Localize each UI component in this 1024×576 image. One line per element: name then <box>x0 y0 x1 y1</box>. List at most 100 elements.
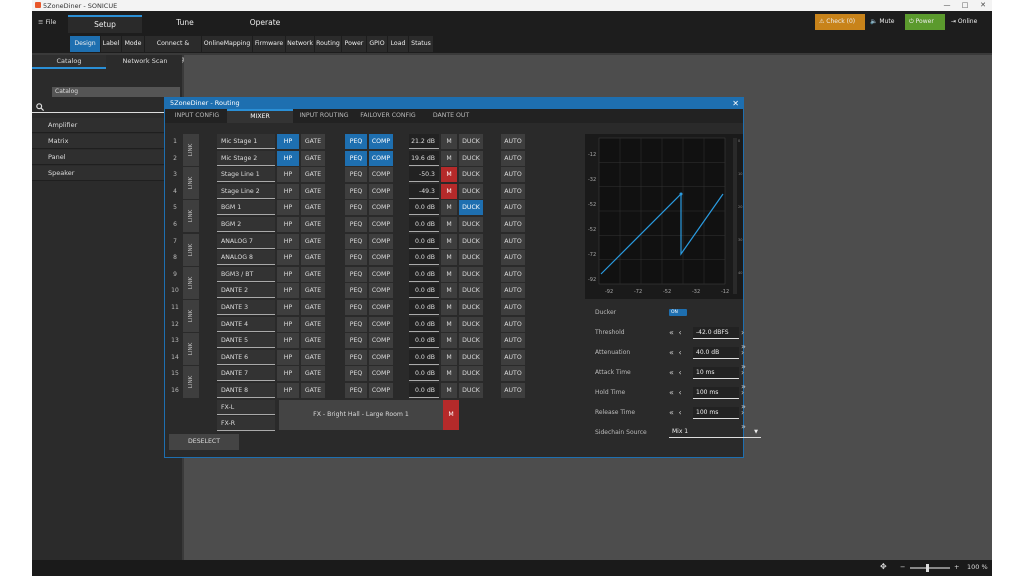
link-button[interactable]: LINK <box>183 167 199 200</box>
auto-button[interactable]: AUTO <box>501 150 525 166</box>
fx-mute-button[interactable]: M <box>443 400 459 430</box>
channel-name[interactable]: Stage Line 2 <box>217 183 275 199</box>
channel-level[interactable]: 0.0 dB <box>409 316 439 332</box>
decrement-arrows-icon[interactable]: « ‹ <box>669 386 683 400</box>
auto-button[interactable]: AUTO <box>501 183 525 199</box>
channel-name[interactable]: Mic Stage 2 <box>217 150 275 166</box>
auto-button[interactable]: AUTO <box>501 383 525 398</box>
mute-button[interactable]: M <box>441 183 457 199</box>
gate-button[interactable]: GATE <box>301 250 325 266</box>
hp-button[interactable]: HP <box>277 183 299 199</box>
duck-button[interactable]: DUCK <box>459 383 483 398</box>
comp-button[interactable]: COMP <box>369 250 393 266</box>
mute-button[interactable]: M <box>441 300 457 315</box>
channel-name[interactable]: ANALOG 7 <box>217 233 275 249</box>
subtab-routing[interactable]: Routing <box>315 36 341 52</box>
comp-button[interactable]: COMP <box>369 217 393 232</box>
hp-button[interactable]: HP <box>277 349 299 365</box>
gate-button[interactable]: GATE <box>301 167 325 183</box>
peq-button[interactable]: PEQ <box>345 383 367 398</box>
subtab-label[interactable]: Label <box>101 36 121 52</box>
duck-button[interactable]: DUCK <box>459 233 483 249</box>
duck-button[interactable]: DUCK <box>459 217 483 232</box>
link-button[interactable]: LINK <box>183 366 199 399</box>
online-button[interactable]: ⇥ Online <box>947 14 987 30</box>
hp-button[interactable]: HP <box>277 283 299 299</box>
peq-button[interactable]: PEQ <box>345 300 367 315</box>
gate-button[interactable]: GATE <box>301 300 325 315</box>
auto-button[interactable]: AUTO <box>501 300 525 315</box>
channel-level[interactable]: -49.3 dB <box>409 183 439 210</box>
tab-dante-out[interactable]: DANTE OUT <box>421 109 481 123</box>
mute-button[interactable]: M <box>441 134 457 149</box>
tree-item-amplifier[interactable]: Amplifier▶ <box>32 118 182 133</box>
duck-button[interactable]: DUCK <box>459 167 483 183</box>
hp-button[interactable]: HP <box>277 250 299 266</box>
channel-name[interactable]: ANALOG 8 <box>217 250 275 266</box>
channel-level[interactable]: 0.0 dB <box>409 383 439 398</box>
comp-button[interactable]: COMP <box>369 333 393 349</box>
channel-level[interactable]: 0.0 dB <box>409 250 439 266</box>
hp-button[interactable]: HP <box>277 366 299 382</box>
peq-button[interactable]: PEQ <box>345 183 367 199</box>
duck-button[interactable]: DUCK <box>459 250 483 266</box>
peq-button[interactable]: PEQ <box>345 333 367 349</box>
channel-level[interactable]: 0.0 dB <box>409 366 439 382</box>
peq-button[interactable]: PEQ <box>345 217 367 232</box>
gate-button[interactable]: GATE <box>301 383 325 398</box>
decrement-arrows-icon[interactable]: « ‹ <box>669 406 683 420</box>
duck-button[interactable]: DUCK <box>459 316 483 332</box>
duck-button[interactable]: DUCK <box>459 134 483 149</box>
dialog-close-icon[interactable]: ✕ <box>732 98 739 109</box>
tree-item-matrix[interactable]: Matrix▶ <box>32 134 182 149</box>
auto-button[interactable]: AUTO <box>501 266 525 282</box>
link-button[interactable]: LINK <box>183 233 199 266</box>
duck-button[interactable]: DUCK <box>459 366 483 382</box>
link-button[interactable]: LINK <box>183 300 199 332</box>
channel-name[interactable]: Mic Stage 1 <box>217 134 275 149</box>
channel-level[interactable]: 0.0 dB <box>409 283 439 299</box>
duck-button[interactable]: DUCK <box>459 150 483 166</box>
gate-button[interactable]: GATE <box>301 233 325 249</box>
zoom-slider-thumb[interactable] <box>926 564 929 572</box>
mute-button[interactable]: M <box>441 250 457 266</box>
gate-button[interactable]: GATE <box>301 349 325 365</box>
decrement-arrows-icon[interactable]: « ‹ <box>669 326 683 340</box>
deselect-button[interactable]: DESELECT <box>169 434 239 450</box>
fx-preset-button[interactable]: FX - Bright Hall - Large Room 1 <box>279 400 443 430</box>
comp-button[interactable]: COMP <box>369 300 393 315</box>
channel-level[interactable]: 0.0 dB <box>409 217 439 232</box>
channel-level[interactable]: 21.2 dB <box>409 134 439 149</box>
comp-button[interactable]: COMP <box>369 167 393 183</box>
channel-level[interactable]: 0.0 dB <box>409 300 439 315</box>
peq-button[interactable]: PEQ <box>345 283 367 299</box>
link-button[interactable]: LINK <box>183 200 199 233</box>
link-button[interactable]: LINK <box>183 333 199 366</box>
comp-button[interactable]: COMP <box>369 233 393 249</box>
auto-button[interactable]: AUTO <box>501 250 525 266</box>
auto-button[interactable]: AUTO <box>501 349 525 365</box>
tab-mixer[interactable]: MIXER <box>227 109 293 123</box>
duck-button[interactable]: DUCK <box>459 333 483 349</box>
gate-button[interactable]: GATE <box>301 333 325 349</box>
comp-button[interactable]: COMP <box>369 316 393 332</box>
hp-button[interactable]: HP <box>277 150 299 166</box>
param-value-input[interactable]: 100 ms <box>693 407 739 419</box>
param-value-input[interactable]: 40.0 dB <box>693 347 739 359</box>
peq-button[interactable]: PEQ <box>345 134 367 149</box>
channel-level[interactable]: 19.6 dB <box>409 150 439 166</box>
peq-button[interactable]: PEQ <box>345 233 367 249</box>
pan-icon[interactable]: ✥ <box>880 562 887 571</box>
subtab-gpio[interactable]: GPIO <box>367 36 387 52</box>
subtab-power[interactable]: Power <box>342 36 366 52</box>
sidechain-select[interactable]: Mix 1 ▼ <box>669 426 761 438</box>
comp-button[interactable]: COMP <box>369 383 393 398</box>
auto-button[interactable]: AUTO <box>501 316 525 332</box>
subtab-design[interactable]: Design <box>70 36 100 52</box>
auto-button[interactable]: AUTO <box>501 233 525 249</box>
peq-button[interactable]: PEQ <box>345 366 367 382</box>
subtab-load[interactable]: Load <box>388 36 408 52</box>
mute-button[interactable]: M <box>441 349 457 365</box>
tab-catalog[interactable]: Catalog <box>32 55 106 69</box>
tree-item-speaker[interactable]: Speaker▶ <box>32 166 182 181</box>
